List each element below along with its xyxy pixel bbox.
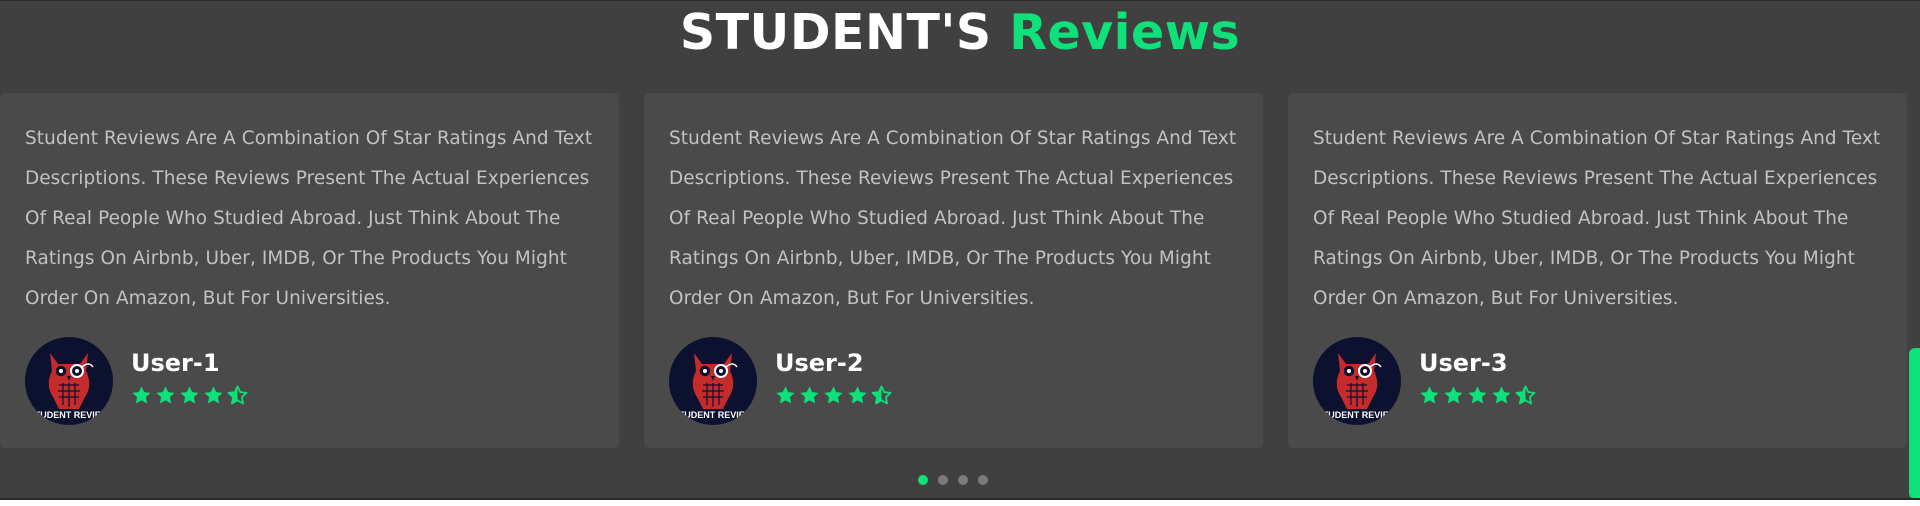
review-card: Student Reviews Are A Combination Of Sta… xyxy=(1288,93,1907,448)
scrollbar-thumb[interactable] xyxy=(1909,348,1920,498)
star-rating xyxy=(775,385,892,406)
svg-text:STUDENT REVIEW: STUDENT REVIEW xyxy=(673,410,754,420)
svg-text:STUDENT REVIEW: STUDENT REVIEW xyxy=(1317,410,1398,420)
review-card: Student Reviews Are A Combination Of Sta… xyxy=(644,93,1263,448)
star-full-icon xyxy=(800,386,819,404)
star-half-icon xyxy=(1515,385,1536,405)
star-half-icon xyxy=(227,385,248,405)
star-full-icon xyxy=(1492,386,1511,404)
star-full-icon xyxy=(776,386,795,404)
star-full-icon xyxy=(204,386,223,404)
carousel-pagination xyxy=(918,475,988,485)
reviewer-name: User-1 xyxy=(131,349,220,377)
student-reviews-section: STUDENT'S Reviews Student Reviews Are A … xyxy=(0,0,1920,498)
carousel-dot-3[interactable] xyxy=(958,475,968,485)
owl-logo-icon: STUDENT REVIEW xyxy=(1317,353,1398,420)
star-full-icon xyxy=(1420,386,1439,404)
star-full-icon xyxy=(848,386,867,404)
star-full-icon xyxy=(1444,386,1463,404)
reviewer-name: User-2 xyxy=(775,349,864,377)
star-rating xyxy=(131,385,248,406)
review-text: Student Reviews Are A Combination Of Sta… xyxy=(1313,128,1881,309)
section-bottom-border xyxy=(0,498,1920,506)
star-full-icon xyxy=(824,386,843,404)
star-full-icon xyxy=(156,386,175,404)
carousel-dot-4[interactable] xyxy=(978,475,988,485)
heading-part-2: Reviews xyxy=(1009,4,1241,61)
star-full-icon xyxy=(180,386,199,404)
heading-part-1: STUDENT'S xyxy=(679,4,992,61)
owl-logo-icon: STUDENT REVIEW xyxy=(673,353,754,420)
star-full-icon xyxy=(1468,386,1487,404)
carousel-dot-1[interactable] xyxy=(918,475,928,485)
carousel-dot-2[interactable] xyxy=(938,475,948,485)
star-rating xyxy=(1419,385,1536,406)
section-heading: STUDENT'S Reviews xyxy=(0,5,1920,61)
star-full-icon xyxy=(132,386,151,404)
avatar: STUDENT REVIEW xyxy=(669,337,757,425)
owl-logo-icon: STUDENT REVIEW xyxy=(29,353,110,420)
avatar: STUDENT REVIEW xyxy=(1313,337,1401,425)
review-text: Student Reviews Are A Combination Of Sta… xyxy=(25,128,593,309)
svg-text:STUDENT REVIEW: STUDENT REVIEW xyxy=(29,410,110,420)
reviewer-name: User-3 xyxy=(1419,349,1508,377)
avatar: STUDENT REVIEW xyxy=(25,337,113,425)
star-half-icon xyxy=(871,385,892,405)
review-card: Student Reviews Are A Combination Of Sta… xyxy=(0,93,619,448)
review-text: Student Reviews Are A Combination Of Sta… xyxy=(669,128,1237,309)
